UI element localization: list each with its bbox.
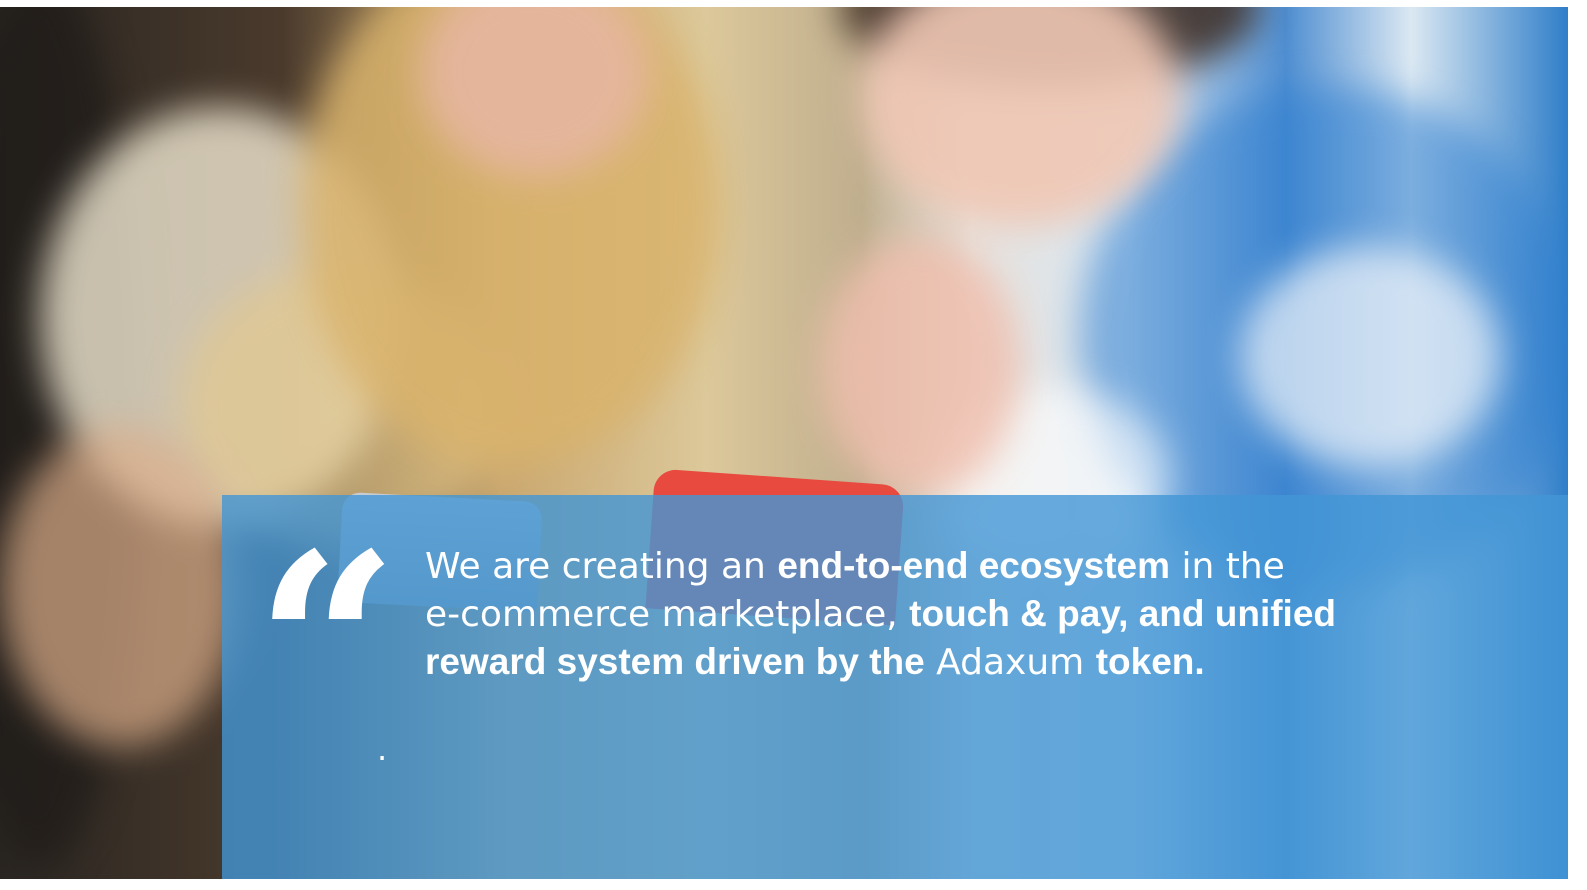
quote-bold-segment: token. xyxy=(1095,641,1205,682)
quote-text-segment: e-commerce marketplace, xyxy=(425,594,910,635)
quote-text-segment: We are creating an xyxy=(425,546,778,587)
quote-text: We are creating an end-to-end ecosystem … xyxy=(425,542,1535,686)
quote-line-3: reward system driven by the Adaxum token… xyxy=(425,638,1535,686)
quote-line-2: e-commerce marketplace, touch & pay, and… xyxy=(425,590,1535,638)
quote-bold-segment: reward system driven by the xyxy=(425,641,925,682)
photo-tie-dye-highlight xyxy=(1240,247,1500,467)
quote-bold-segment: touch & pay, and unified xyxy=(909,593,1337,634)
quote-text-segment: in the xyxy=(1170,546,1285,587)
quote-text-segment: Adaxum xyxy=(924,642,1096,683)
photo-hand-right xyxy=(820,237,1020,497)
stray-dot: . xyxy=(377,730,388,768)
quote-bold-segment: end-to-end ecosystem xyxy=(777,545,1171,586)
slide: “ We are creating an end-to-end ecosyste… xyxy=(0,0,1587,890)
quote-line-1: We are creating an end-to-end ecosystem … xyxy=(425,542,1535,590)
photo-arm-left xyxy=(0,427,240,747)
